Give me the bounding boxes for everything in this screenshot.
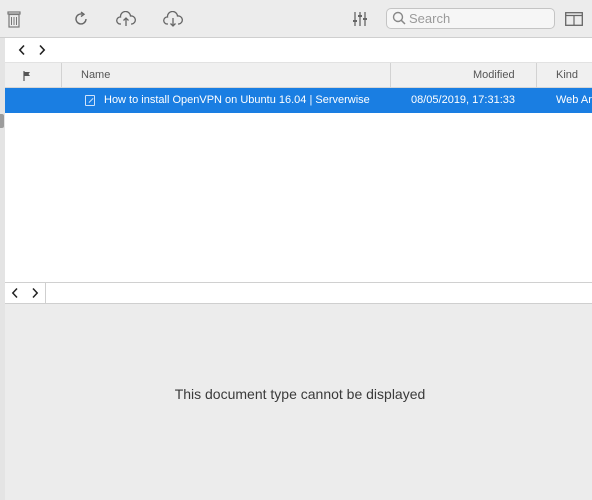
kind-column-header[interactable]: Kind [556, 63, 578, 88]
row-modified: 08/05/2019, 17:31:33 [411, 94, 515, 106]
chevron-right-icon [32, 287, 39, 299]
refresh-icon[interactable] [71, 9, 91, 29]
search-icon [392, 11, 406, 30]
trash-icon[interactable] [4, 9, 24, 29]
preview-navigation-bar [5, 283, 592, 304]
forward-button[interactable] [35, 42, 49, 58]
chevron-left-icon [18, 44, 25, 56]
web-archive-file-icon [85, 95, 95, 106]
row-name: How to install OpenVPN on Ubuntu 16.04 |… [104, 94, 370, 106]
search-field[interactable] [386, 8, 555, 29]
table-header: Name Modified Kind [5, 62, 592, 88]
table-row[interactable]: How to install OpenVPN on Ubuntu 16.04 |… [5, 88, 592, 113]
toolbar [0, 0, 592, 38]
flag-icon [23, 71, 30, 81]
search-input[interactable] [409, 10, 549, 27]
preview-nav-divider [45, 283, 46, 303]
navigation-bar [5, 38, 592, 62]
flag-column-header[interactable] [23, 63, 31, 88]
chevron-right-icon [39, 44, 46, 56]
preview-back-button[interactable] [5, 283, 25, 303]
preview-forward-button[interactable] [25, 283, 45, 303]
name-column-header[interactable]: Name [81, 63, 110, 88]
resize-handle[interactable] [0, 114, 4, 128]
chevron-left-icon [11, 287, 18, 299]
preview-message: This document type cannot be displayed [174, 386, 426, 402]
back-button[interactable] [15, 42, 29, 58]
modified-column-header[interactable]: Modified [473, 63, 515, 88]
preview-pane: This document type cannot be displayed [5, 304, 592, 500]
download-cloud-icon[interactable] [163, 9, 183, 29]
row-kind: Web Ar [556, 94, 592, 106]
filter-sliders-icon[interactable] [350, 9, 370, 29]
upload-cloud-icon[interactable] [116, 9, 136, 29]
sidebar-toggle-icon[interactable] [563, 9, 585, 29]
